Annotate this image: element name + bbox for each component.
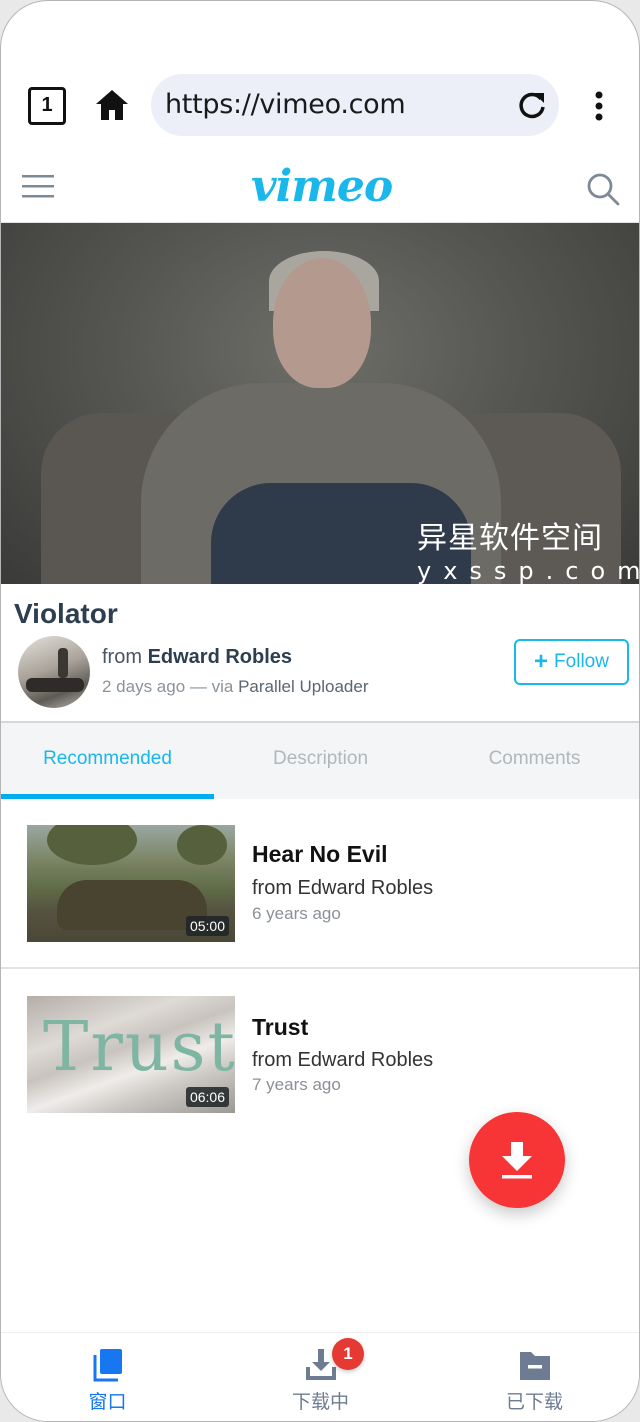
uploader-app-link[interactable]: Parallel Uploader xyxy=(238,677,368,696)
video-thumbnail[interactable]: Trust 06:06 xyxy=(27,996,235,1113)
video-author: from Edward Robles xyxy=(252,877,434,899)
watermark-cn: 异星软件空间 xyxy=(417,521,603,556)
video-duration: 05:00 xyxy=(185,916,229,936)
nav-label: 下载中 xyxy=(291,1391,349,1413)
reload-button[interactable] xyxy=(517,90,547,120)
from-prefix: from xyxy=(102,646,142,668)
browser-toolbar: 1 https://vimeo.com xyxy=(1,71,639,141)
url-text[interactable]: https://vimeo.com xyxy=(165,89,406,120)
downloaded-folder-icon xyxy=(520,1352,550,1380)
author-line: from Edward Robles xyxy=(102,646,292,669)
home-button[interactable] xyxy=(94,88,130,122)
posted-time: 2 days ago — via xyxy=(102,677,234,696)
follow-button[interactable]: + Follow xyxy=(514,639,629,685)
thumb-tree xyxy=(47,825,137,865)
thumb-figures xyxy=(57,880,207,930)
avatar-vehicle xyxy=(26,678,84,692)
author-avatar[interactable] xyxy=(18,636,90,708)
search-button[interactable] xyxy=(585,171,621,207)
watermark: 异星软件空间 yxssp.com xyxy=(417,513,640,584)
tab-switcher-button[interactable]: 1 xyxy=(28,87,66,125)
download-icon xyxy=(502,1142,532,1179)
windows-icon xyxy=(93,1349,122,1382)
tab-comments[interactable]: Comments xyxy=(428,723,639,799)
video-player[interactable]: 异星软件空间 yxssp.com xyxy=(1,223,640,584)
home-icon xyxy=(96,90,128,120)
thumb-title-text: Trust xyxy=(43,1008,235,1087)
hamburger-icon xyxy=(22,175,54,198)
list-item[interactable]: Trust 06:06 Trust from Edward Robles 7 y… xyxy=(1,971,639,1141)
download-count-badge: 1 xyxy=(332,1338,364,1370)
nav-downloading[interactable]: 1 下载中 xyxy=(214,1333,427,1421)
phone-screen: 1 https://vimeo.com vimeo 异星软件空间 yxssp.c… xyxy=(0,0,640,1422)
vimeo-logo[interactable]: vimeo xyxy=(251,161,393,212)
tab-description[interactable]: Description xyxy=(214,723,427,799)
hero-image-face xyxy=(273,258,371,388)
browser-menu-button[interactable] xyxy=(591,91,607,121)
nav-windows[interactable]: 窗口 xyxy=(1,1333,214,1421)
video-author: from Edward Robles xyxy=(252,1049,434,1071)
video-duration: 06:06 xyxy=(185,1087,229,1107)
content-tabs: Recommended Description Comments xyxy=(1,721,639,799)
plus-icon: + xyxy=(534,648,549,675)
author-link[interactable]: Edward Robles xyxy=(148,646,292,668)
nav-label: 已下载 xyxy=(505,1391,563,1413)
bottom-navigation: 窗口 1 下载中 已下载 xyxy=(1,1332,639,1421)
avatar-figure xyxy=(58,648,68,678)
video-title[interactable]: Hear No Evil xyxy=(252,841,388,868)
video-age: 7 years ago xyxy=(252,1075,341,1094)
video-title[interactable]: Trust xyxy=(252,1014,308,1041)
more-vertical-icon xyxy=(595,91,603,121)
reload-icon xyxy=(519,92,545,119)
video-thumbnail[interactable]: 05:00 xyxy=(27,825,235,942)
follow-label: Follow xyxy=(554,651,609,672)
menu-button[interactable] xyxy=(22,173,54,199)
list-item[interactable]: 05:00 Hear No Evil from Edward Robles 6 … xyxy=(1,799,639,969)
watermark-en: yxssp.com xyxy=(417,557,640,584)
nav-downloaded[interactable]: 已下载 xyxy=(428,1333,639,1421)
upload-meta: 2 days ago — via Parallel Uploader xyxy=(102,677,369,697)
address-bar[interactable]: https://vimeo.com xyxy=(151,74,559,136)
tab-recommended[interactable]: Recommended xyxy=(1,723,214,799)
nav-label: 窗口 xyxy=(88,1391,127,1413)
site-header: vimeo xyxy=(1,151,639,223)
download-fab[interactable] xyxy=(469,1112,565,1208)
video-age: 6 years ago xyxy=(252,904,341,923)
search-icon xyxy=(587,173,620,206)
video-title: Violator xyxy=(14,598,118,629)
thumb-tree xyxy=(177,825,227,865)
